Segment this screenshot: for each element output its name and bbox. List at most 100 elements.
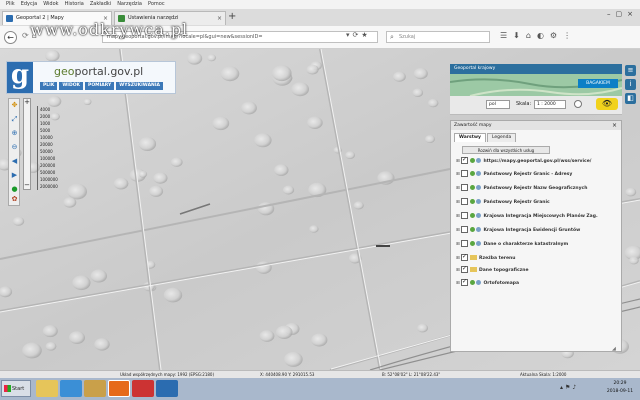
folder-icon xyxy=(470,267,477,272)
layer-item[interactable]: ⊞ Ortofotomapa xyxy=(456,277,519,288)
layer-item[interactable]: ⊞ Dane o charakterze katastralnym xyxy=(456,240,568,249)
start-button[interactable]: Start xyxy=(1,380,31,397)
menu-bookmarks[interactable]: Zakładki xyxy=(90,0,111,9)
app-icon[interactable] xyxy=(132,380,154,397)
layer-item[interactable]: ⊞Dane topograficzne xyxy=(456,264,529,275)
zoom-level[interactable]: 100000 xyxy=(37,155,73,162)
layer-name: Państwowy Rejestr Nazw Geograficznych xyxy=(483,186,588,191)
word-icon[interactable] xyxy=(156,380,178,397)
zoom-level[interactable]: 10000 xyxy=(37,134,73,141)
layers-icon[interactable]: ≡ xyxy=(625,65,636,76)
layer-checkbox[interactable] xyxy=(461,198,468,205)
layer-item[interactable]: ⊞ Państwowy Rejestr Granic xyxy=(456,198,550,207)
tab-legenda[interactable]: Legenda xyxy=(486,133,517,142)
terrain-mound xyxy=(90,269,108,283)
menu-history[interactable]: Historia xyxy=(65,0,84,9)
scale-go-button[interactable] xyxy=(574,100,582,108)
terrain-mound xyxy=(45,342,57,351)
menu-help[interactable]: Pomoc xyxy=(148,0,165,9)
scale-input[interactable]: 1 : 2000 xyxy=(534,100,566,109)
zoom-slider[interactable]: + − xyxy=(23,98,31,190)
layer-checkbox[interactable] xyxy=(461,170,468,177)
zoom-out-button[interactable]: − xyxy=(24,182,30,189)
toolbar-icons[interactable]: ☰⬇⌂◐⚙⋮ xyxy=(500,31,577,40)
layer-globe-icon xyxy=(476,171,481,176)
zoom-scale-list: 4000 2000 1000 5000 10000 20000 50000 10… xyxy=(37,106,73,190)
zoom-level[interactable]: 2000 xyxy=(37,113,73,120)
zoom-level[interactable]: 1000 xyxy=(37,120,73,127)
layer-name: https://mapy.geoportal.gov.pl/wss/servic… xyxy=(483,159,592,164)
info-icon[interactable]: ● xyxy=(11,186,18,193)
ie-icon[interactable] xyxy=(60,380,82,397)
layer-globe-icon xyxy=(476,185,481,190)
new-tab-button[interactable]: + xyxy=(228,11,236,22)
taskbar-clock[interactable]: 20:29 2018-09-11 xyxy=(602,380,638,396)
zoom-level[interactable]: 500000 xyxy=(37,169,73,176)
zoom-in-button[interactable]: + xyxy=(24,99,30,106)
zoom-level[interactable]: 200000 xyxy=(37,162,73,169)
binoculars-icon[interactable]: 👁 xyxy=(596,98,618,110)
menu-view[interactable]: Widok xyxy=(43,0,58,9)
back-button[interactable]: ← xyxy=(4,31,17,44)
next-extent-icon[interactable]: ▶ xyxy=(11,172,18,179)
previous-extent-icon[interactable]: ◀ xyxy=(11,158,18,165)
zoom-level[interactable]: 5000 xyxy=(37,127,73,134)
search-input[interactable]: ⌕ Szukaj xyxy=(386,31,490,43)
zoom-level[interactable]: 4000 xyxy=(37,106,73,113)
close-icon[interactable]: × xyxy=(217,12,222,25)
terrain-mound xyxy=(153,172,168,184)
firefox-icon[interactable] xyxy=(108,380,130,397)
pan-icon[interactable]: ✥ xyxy=(11,102,18,109)
menu-wyszukiwania[interactable]: WYSZUKIWANIA xyxy=(116,82,163,90)
terrain-mound xyxy=(72,275,91,291)
zoom-level[interactable]: 2000000 xyxy=(37,183,73,190)
layer-globe-icon xyxy=(476,199,481,204)
scale-unit-select[interactable]: pol xyxy=(486,100,510,109)
settings-icon[interactable]: ✿ xyxy=(11,196,18,203)
terrain-mound xyxy=(22,342,42,359)
bookmark-star-icon[interactable]: ▾⟳★ xyxy=(346,31,371,39)
info-icon[interactable]: i xyxy=(625,79,636,90)
zoom-box-icon[interactable]: ⤢ xyxy=(11,116,18,123)
layer-checkbox[interactable] xyxy=(461,155,468,164)
layer-item[interactable]: ⊞ Państwowy Rejestr Granic - Adresy xyxy=(456,170,572,179)
terrain-mound xyxy=(306,64,319,75)
layer-item[interactable]: ⊞ Krajowa Integracja Miejscowych Planów … xyxy=(456,212,598,221)
zoom-level[interactable]: 1000000 xyxy=(37,176,73,183)
layer-item[interactable]: ⊞ https://mapy.geoportal.gov.pl/wss/serv… xyxy=(456,155,592,166)
layer-checkbox[interactable] xyxy=(461,252,468,261)
content-close-button[interactable]: × xyxy=(612,121,617,130)
menu-file[interactable]: Plik xyxy=(6,0,15,9)
layer-checkbox[interactable] xyxy=(461,212,468,219)
map-icon[interactable]: ◧ xyxy=(625,93,636,104)
layer-checkbox[interactable] xyxy=(461,264,468,273)
zoom-out-icon[interactable]: ⊖ xyxy=(11,144,18,151)
explorer-icon[interactable] xyxy=(36,380,58,397)
zoom-level[interactable]: 50000 xyxy=(37,148,73,155)
layer-checkbox[interactable] xyxy=(461,226,468,233)
window-controls[interactable]: –▢× xyxy=(607,10,638,18)
layer-checkbox[interactable] xyxy=(461,240,468,247)
layer-name: Państwowy Rejestr Granic xyxy=(483,200,550,205)
layer-checkbox[interactable] xyxy=(461,277,468,286)
zoom-in-icon[interactable]: ⊕ xyxy=(11,130,18,137)
menu-edit[interactable]: Edycja xyxy=(21,0,38,9)
layer-item[interactable]: ⊞ Krajowa Integracja Ewidencji Gruntów xyxy=(456,226,580,235)
tab-warstwy[interactable]: Warstwy xyxy=(454,133,486,142)
layer-item[interactable]: ⊞ Państwowy Rejestr Nazw Geograficznych xyxy=(456,184,587,193)
system-tray-icons[interactable]: ▴⚑♪ xyxy=(560,384,578,391)
map-content-panel xyxy=(450,120,622,352)
resize-handle-icon[interactable]: ◢ xyxy=(612,346,616,352)
logo-letter: g xyxy=(7,62,33,93)
menu-pomiary[interactable]: POMIARY xyxy=(85,82,115,90)
zoom-level[interactable]: 20000 xyxy=(37,141,73,148)
overview-badge[interactable]: BAGAKIEM xyxy=(578,79,618,88)
menu-plik[interactable]: PLIK xyxy=(40,82,58,90)
folder-icon[interactable] xyxy=(84,380,106,397)
logo-title: geoportal.gov.pl xyxy=(54,65,143,78)
menu-widok[interactable]: WIDOK xyxy=(59,82,84,90)
expand-all-button[interactable]: Rozwiń dla wszystkich usług xyxy=(462,146,550,154)
layer-item[interactable]: ⊞Rzeźba terenu xyxy=(456,252,515,263)
layer-checkbox[interactable] xyxy=(461,184,468,191)
menu-tools[interactable]: Narzędzia xyxy=(117,0,142,9)
